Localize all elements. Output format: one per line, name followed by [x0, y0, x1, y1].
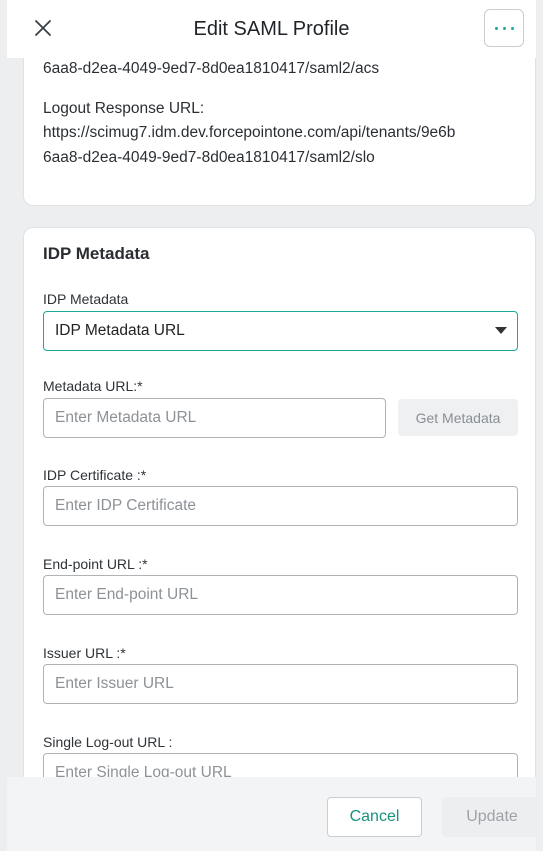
chevron-down-icon: [495, 327, 507, 334]
close-icon[interactable]: [31, 16, 55, 40]
idp-certificate-label: IDP Certificate :*: [43, 467, 147, 483]
page-title: Edit SAML Profile: [193, 17, 350, 40]
issuer-url-input[interactable]: [43, 664, 518, 704]
idp-metadata-selected-value: IDP Metadata URL: [55, 322, 185, 339]
dialog-header: Edit SAML Profile: [7, 0, 536, 58]
idp-metadata-card: IDP Metadata IDP Metadata IDP Metadata U…: [23, 227, 536, 827]
single-logout-url-label: Single Log-out URL :: [43, 734, 173, 750]
update-button[interactable]: Update: [442, 797, 542, 837]
idp-certificate-input[interactable]: [43, 486, 518, 526]
more-horizontal-icon-dot: [502, 26, 506, 30]
get-metadata-button[interactable]: Get Metadata: [398, 399, 518, 436]
endpoint-url-label: End-point URL :*: [43, 556, 148, 572]
acs-url-tail: 6aa8-d2ea-4049-9ed7-8d0ea1810417/saml2/a…: [43, 60, 380, 77]
endpoint-url-input[interactable]: [43, 575, 518, 615]
metadata-url-label: Metadata URL:*: [43, 378, 143, 394]
more-horizontal-icon-dot: [510, 26, 514, 30]
idp-metadata-select[interactable]: IDP Metadata URL: [43, 311, 518, 351]
cancel-button[interactable]: Cancel: [327, 797, 422, 837]
idp-metadata-label: IDP Metadata: [43, 291, 129, 307]
section-title: IDP Metadata: [43, 244, 150, 263]
metadata-url-input[interactable]: [43, 398, 386, 438]
logout-response-url-line1: https://scimug7.idm.dev.forcepointone.co…: [43, 124, 456, 141]
logout-response-url-label: Logout Response URL:: [43, 100, 205, 117]
more-horizontal-icon: [494, 26, 498, 30]
more-options-button[interactable]: [484, 9, 524, 47]
dialog-footer: Cancel Update: [7, 777, 542, 851]
issuer-url-label: Issuer URL :*: [43, 645, 126, 661]
logout-response-url-line2: 6aa8-d2ea-4049-9ed7-8d0ea1810417/saml2/s…: [43, 149, 375, 166]
